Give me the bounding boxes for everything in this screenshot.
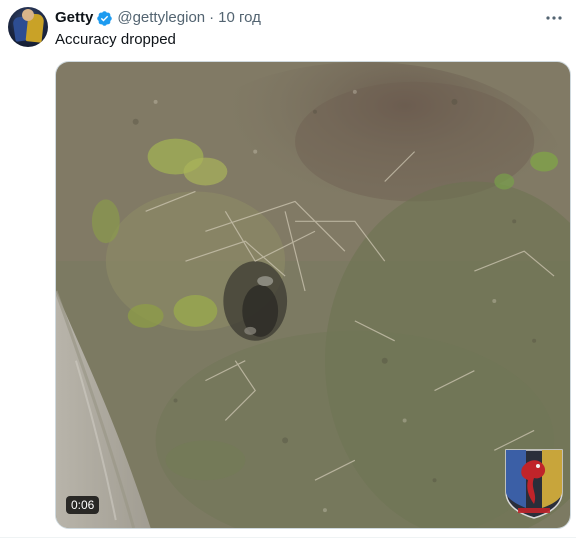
tweet-header: Getty @gettylegion · 10 год <box>55 8 261 28</box>
separator-dot: · <box>209 9 215 26</box>
tweet[interactable]: Getty @gettylegion · 10 год Accuracy dro… <box>0 0 576 538</box>
tweet-text: Accuracy dropped <box>55 31 176 48</box>
verified-badge-icon <box>96 10 113 27</box>
author-name[interactable]: Getty <box>55 8 93 28</box>
video-player[interactable]: 0:06 <box>55 61 571 529</box>
aerial-video-frame <box>56 62 570 528</box>
avatar[interactable] <box>8 7 48 47</box>
timestamp[interactable]: 10 год <box>218 8 261 28</box>
video-duration: 0:06 <box>66 496 100 514</box>
unit-emblem <box>504 448 564 520</box>
more-options-icon[interactable] <box>544 10 564 26</box>
author-handle[interactable]: @gettylegion <box>117 8 205 28</box>
